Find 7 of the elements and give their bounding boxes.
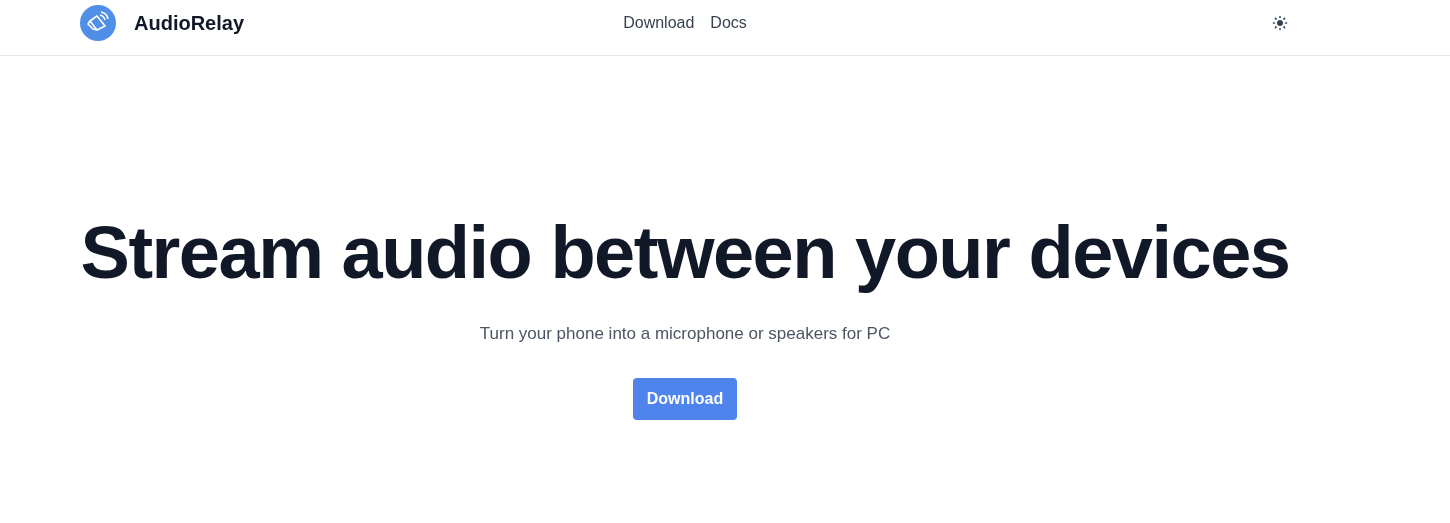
speaker-logo-icon: [80, 5, 116, 41]
download-button[interactable]: Download: [632, 378, 738, 420]
brand-name[interactable]: AudioRelay: [134, 11, 245, 35]
hero-subtitle: Turn your phone into a microphone or speakers for PC: [479, 324, 891, 344]
theme-toggle-icon[interactable]: [1272, 15, 1288, 31]
nav-link[interactable]: Docs: [710, 14, 747, 32]
nav-link[interactable]: Download: [623, 14, 695, 32]
